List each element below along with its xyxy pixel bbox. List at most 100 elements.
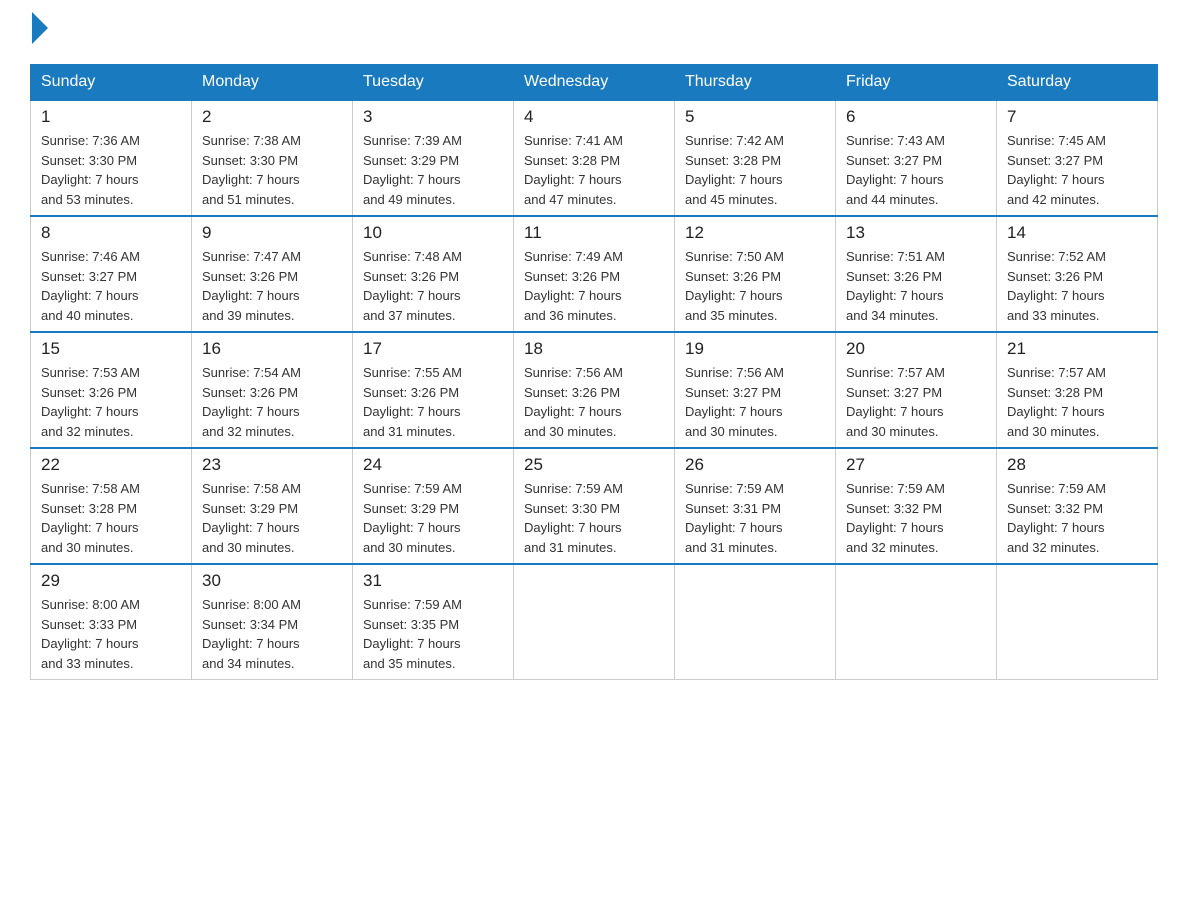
- calendar-cell: 22 Sunrise: 7:58 AMSunset: 3:28 PMDayligh…: [31, 448, 192, 564]
- day-info: Sunrise: 7:59 AMSunset: 3:31 PMDaylight:…: [685, 479, 825, 557]
- calendar-cell: 17 Sunrise: 7:55 AMSunset: 3:26 PMDayligh…: [353, 332, 514, 448]
- week-row-5: 29Sunrise: 8:00 AMSunset: 3:33 PMDayligh…: [31, 564, 1158, 680]
- day-number: 6: [846, 107, 986, 127]
- day-info: Sunrise: 7:49 AMSunset: 3:26 PMDaylight:…: [524, 247, 664, 325]
- day-info: Sunrise: 7:50 AMSunset: 3:26 PMDaylight:…: [685, 247, 825, 325]
- day-info: Sunrise: 7:36 AMSunset: 3:30 PMDaylight:…: [41, 131, 181, 209]
- calendar-header-friday: Friday: [836, 65, 997, 101]
- calendar-cell: [675, 564, 836, 680]
- calendar-table: SundayMondayTuesdayWednesdayThursdayFrid…: [30, 64, 1158, 680]
- calendar-cell: 4 Sunrise: 7:41 AMSunset: 3:28 PMDaylight…: [514, 100, 675, 216]
- day-number: 27: [846, 455, 986, 475]
- day-number: 10: [363, 223, 503, 243]
- day-number: 30: [202, 571, 342, 591]
- day-info: Sunrise: 7:58 AMSunset: 3:29 PMDaylight:…: [202, 479, 342, 557]
- day-number: 28: [1007, 455, 1147, 475]
- day-info: Sunrise: 7:54 AMSunset: 3:26 PMDaylight:…: [202, 363, 342, 441]
- calendar-cell: 24 Sunrise: 7:59 AMSunset: 3:29 PMDayligh…: [353, 448, 514, 564]
- day-number: 21: [1007, 339, 1147, 359]
- day-number: 7: [1007, 107, 1147, 127]
- calendar-cell: [836, 564, 997, 680]
- week-row-4: 22 Sunrise: 7:58 AMSunset: 3:28 PMDayligh…: [31, 448, 1158, 564]
- day-number: 25: [524, 455, 664, 475]
- day-number: 19: [685, 339, 825, 359]
- day-number: 26: [685, 455, 825, 475]
- day-info: Sunrise: 7:52 AMSunset: 3:26 PMDaylight:…: [1007, 247, 1147, 325]
- day-number: 9: [202, 223, 342, 243]
- calendar-header-monday: Monday: [192, 65, 353, 101]
- day-number: 20: [846, 339, 986, 359]
- day-info: Sunrise: 7:59 AMSunset: 3:32 PMDaylight:…: [1007, 479, 1147, 557]
- week-row-1: 1 Sunrise: 7:36 AMSunset: 3:30 PMDaylight…: [31, 100, 1158, 216]
- calendar-cell: 20 Sunrise: 7:57 AMSunset: 3:27 PMDayligh…: [836, 332, 997, 448]
- day-number: 31: [363, 571, 503, 591]
- day-info: Sunrise: 7:51 AMSunset: 3:26 PMDaylight:…: [846, 247, 986, 325]
- calendar-header-saturday: Saturday: [997, 65, 1158, 101]
- week-row-2: 8 Sunrise: 7:46 AMSunset: 3:27 PMDaylight…: [31, 216, 1158, 332]
- calendar-cell: 29Sunrise: 8:00 AMSunset: 3:33 PMDayligh…: [31, 564, 192, 680]
- day-info: Sunrise: 8:00 AMSunset: 3:34 PMDaylight:…: [202, 595, 342, 673]
- day-info: Sunrise: 7:59 AMSunset: 3:30 PMDaylight:…: [524, 479, 664, 557]
- calendar-cell: 5Sunrise: 7:42 AMSunset: 3:28 PMDaylight…: [675, 100, 836, 216]
- calendar-cell: 11Sunrise: 7:49 AMSunset: 3:26 PMDayligh…: [514, 216, 675, 332]
- calendar-cell: 9Sunrise: 7:47 AMSunset: 3:26 PMDaylight…: [192, 216, 353, 332]
- day-number: 3: [363, 107, 503, 127]
- calendar-cell: 3 Sunrise: 7:39 AMSunset: 3:29 PMDaylight…: [353, 100, 514, 216]
- calendar-cell: 26 Sunrise: 7:59 AMSunset: 3:31 PMDayligh…: [675, 448, 836, 564]
- day-number: 29: [41, 571, 181, 591]
- day-info: Sunrise: 7:43 AMSunset: 3:27 PMDaylight:…: [846, 131, 986, 209]
- calendar-cell: 12 Sunrise: 7:50 AMSunset: 3:26 PMDayligh…: [675, 216, 836, 332]
- calendar-cell: 27 Sunrise: 7:59 AMSunset: 3:32 PMDayligh…: [836, 448, 997, 564]
- day-number: 8: [41, 223, 181, 243]
- calendar-cell: 14 Sunrise: 7:52 AMSunset: 3:26 PMDayligh…: [997, 216, 1158, 332]
- day-number: 13: [846, 223, 986, 243]
- calendar-cell: 15 Sunrise: 7:53 AMSunset: 3:26 PMDayligh…: [31, 332, 192, 448]
- calendar-header-sunday: Sunday: [31, 65, 192, 101]
- calendar-cell: [997, 564, 1158, 680]
- day-info: Sunrise: 7:38 AMSunset: 3:30 PMDaylight:…: [202, 131, 342, 209]
- calendar-cell: 8 Sunrise: 7:46 AMSunset: 3:27 PMDaylight…: [31, 216, 192, 332]
- calendar-cell: [514, 564, 675, 680]
- calendar-cell: 16 Sunrise: 7:54 AMSunset: 3:26 PMDayligh…: [192, 332, 353, 448]
- calendar-cell: 1 Sunrise: 7:36 AMSunset: 3:30 PMDaylight…: [31, 100, 192, 216]
- page-header: [30, 20, 1158, 44]
- day-info: Sunrise: 7:45 AMSunset: 3:27 PMDaylight:…: [1007, 131, 1147, 209]
- day-number: 17: [363, 339, 503, 359]
- day-number: 23: [202, 455, 342, 475]
- calendar-cell: 10 Sunrise: 7:48 AMSunset: 3:26 PMDayligh…: [353, 216, 514, 332]
- day-info: Sunrise: 7:58 AMSunset: 3:28 PMDaylight:…: [41, 479, 181, 557]
- day-info: Sunrise: 7:57 AMSunset: 3:27 PMDaylight:…: [846, 363, 986, 441]
- day-number: 5: [685, 107, 825, 127]
- calendar-cell: 13 Sunrise: 7:51 AMSunset: 3:26 PMDayligh…: [836, 216, 997, 332]
- day-number: 1: [41, 107, 181, 127]
- calendar-header-row: SundayMondayTuesdayWednesdayThursdayFrid…: [31, 65, 1158, 101]
- calendar-cell: 25 Sunrise: 7:59 AMSunset: 3:30 PMDayligh…: [514, 448, 675, 564]
- day-number: 24: [363, 455, 503, 475]
- day-info: Sunrise: 7:53 AMSunset: 3:26 PMDaylight:…: [41, 363, 181, 441]
- day-number: 16: [202, 339, 342, 359]
- calendar-cell: 7 Sunrise: 7:45 AMSunset: 3:27 PMDaylight…: [997, 100, 1158, 216]
- calendar-cell: 2Sunrise: 7:38 AMSunset: 3:30 PMDaylight…: [192, 100, 353, 216]
- day-number: 15: [41, 339, 181, 359]
- calendar-header-wednesday: Wednesday: [514, 65, 675, 101]
- calendar-cell: 31Sunrise: 7:59 AMSunset: 3:35 PMDayligh…: [353, 564, 514, 680]
- day-info: Sunrise: 7:41 AMSunset: 3:28 PMDaylight:…: [524, 131, 664, 209]
- day-info: Sunrise: 7:46 AMSunset: 3:27 PMDaylight:…: [41, 247, 181, 325]
- calendar-cell: 19Sunrise: 7:56 AMSunset: 3:27 PMDayligh…: [675, 332, 836, 448]
- calendar-cell: 18 Sunrise: 7:56 AMSunset: 3:26 PMDayligh…: [514, 332, 675, 448]
- day-info: Sunrise: 7:48 AMSunset: 3:26 PMDaylight:…: [363, 247, 503, 325]
- day-number: 14: [1007, 223, 1147, 243]
- calendar-cell: 28 Sunrise: 7:59 AMSunset: 3:32 PMDayligh…: [997, 448, 1158, 564]
- day-number: 12: [685, 223, 825, 243]
- day-info: Sunrise: 7:59 AMSunset: 3:29 PMDaylight:…: [363, 479, 503, 557]
- day-info: Sunrise: 7:39 AMSunset: 3:29 PMDaylight:…: [363, 131, 503, 209]
- day-info: Sunrise: 7:59 AMSunset: 3:32 PMDaylight:…: [846, 479, 986, 557]
- calendar-header-thursday: Thursday: [675, 65, 836, 101]
- day-number: 4: [524, 107, 664, 127]
- day-info: Sunrise: 7:55 AMSunset: 3:26 PMDaylight:…: [363, 363, 503, 441]
- day-info: Sunrise: 7:56 AMSunset: 3:26 PMDaylight:…: [524, 363, 664, 441]
- calendar-cell: 21Sunrise: 7:57 AMSunset: 3:28 PMDayligh…: [997, 332, 1158, 448]
- day-number: 22: [41, 455, 181, 475]
- day-number: 18: [524, 339, 664, 359]
- calendar-cell: 23 Sunrise: 7:58 AMSunset: 3:29 PMDayligh…: [192, 448, 353, 564]
